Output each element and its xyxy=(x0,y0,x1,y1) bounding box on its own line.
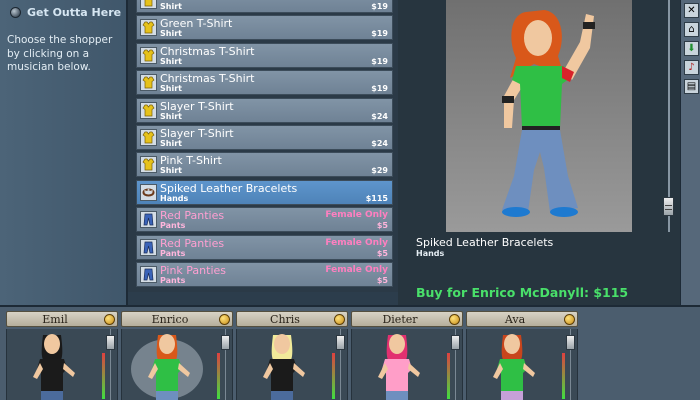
item-price: $24 xyxy=(371,111,388,121)
item-category: Pants xyxy=(160,275,186,285)
level-meter xyxy=(332,353,335,399)
item-category: Shirt xyxy=(160,29,182,39)
musician-tab[interactable]: Emil xyxy=(6,311,118,327)
cards-icon[interactable]: ▤ xyxy=(684,79,699,94)
item-restriction: Female Only xyxy=(325,264,388,275)
item-list: Red T-ShirtShirt$19Green T-ShirtShirt$19… xyxy=(136,0,393,289)
preview-panel: Spiked Leather Bracelets Hands Buy for E… xyxy=(398,0,680,305)
item-row[interactable]: Spiked Leather Bracelets Hands $115 xyxy=(136,179,393,205)
musician-name: Chris xyxy=(270,313,300,326)
preview-zoom-thumb[interactable] xyxy=(663,197,674,216)
round-button-icon xyxy=(10,7,21,18)
item-price: $5 xyxy=(376,248,388,258)
tshirt-icon xyxy=(140,128,157,146)
bracelet-icon xyxy=(140,183,157,201)
item-price: $5 xyxy=(376,221,388,231)
buy-button[interactable]: Buy for Enrico McDanyll: $115 xyxy=(416,285,628,300)
item-price: $19 xyxy=(371,2,388,11)
item-row[interactable]: Christmas T-Shirt Shirt $19 xyxy=(136,42,393,68)
right-toolbar: ✕ ⌂ ⬇ ♪ ▤ xyxy=(680,0,700,305)
item-category: Shirt xyxy=(160,138,182,148)
volume-slider[interactable] xyxy=(566,335,575,350)
pants-icon xyxy=(140,211,157,229)
musician-tab[interactable]: Chris xyxy=(236,311,348,327)
item-price: $24 xyxy=(371,138,388,148)
item-list-panel: Red T-ShirtShirt$19Green T-ShirtShirt$19… xyxy=(128,0,410,292)
guitar-icon[interactable]: ♪ xyxy=(684,60,699,75)
item-price: $19 xyxy=(371,84,388,94)
item-category: Shirt xyxy=(160,166,182,176)
item-row[interactable]: Slayer T-Shirt Shirt $24 xyxy=(136,124,393,150)
tshirt-icon xyxy=(140,0,157,9)
item-row[interactable]: Pink Panties Pants Female Only $5 xyxy=(136,261,393,287)
preview-item-category: Hands xyxy=(416,249,445,258)
item-price: $115 xyxy=(365,193,388,203)
item-row[interactable]: Pink T-Shirt Shirt $29 xyxy=(136,152,393,178)
close-icon[interactable]: ✕ xyxy=(684,3,699,18)
musician-name: Ava xyxy=(504,313,526,326)
item-price: $29 xyxy=(371,166,388,176)
item-restriction: Female Only xyxy=(325,237,388,248)
musician-slot[interactable] xyxy=(351,329,463,400)
item-row[interactable]: Red T-ShirtShirt$19 xyxy=(136,0,393,13)
volume-slider[interactable] xyxy=(336,335,345,350)
item-price: $19 xyxy=(371,56,388,66)
item-category: Shirt xyxy=(160,111,182,121)
volume-slider[interactable] xyxy=(221,335,230,350)
level-meter xyxy=(447,353,450,399)
musician-slot[interactable] xyxy=(121,329,233,400)
item-price: $5 xyxy=(376,275,388,285)
preview-item-name: Spiked Leather Bracelets xyxy=(416,236,554,249)
item-row[interactable]: Red Panties Pants Female Only $5 xyxy=(136,207,393,233)
character-preview-image xyxy=(502,10,595,217)
tshirt-icon xyxy=(140,19,157,37)
download-icon[interactable]: ⬇ xyxy=(684,41,699,56)
item-restriction: Female Only xyxy=(325,210,388,221)
item-price: $19 xyxy=(371,29,388,39)
item-category: Shirt xyxy=(160,2,182,11)
level-meter xyxy=(217,353,220,399)
shopper-instructions: Choose the shopper by clicking on a musi… xyxy=(7,34,113,73)
musician-tab[interactable]: Enrico xyxy=(121,311,233,327)
item-row[interactable]: Christmas T-Shirt Shirt $19 xyxy=(136,70,393,96)
smiley-icon[interactable] xyxy=(334,314,345,325)
get-outta-here-label: Get Outta Here xyxy=(27,6,122,19)
item-category: Shirt xyxy=(160,56,182,66)
home-icon[interactable]: ⌂ xyxy=(684,22,699,37)
level-meter xyxy=(102,353,105,399)
item-category: Hands xyxy=(160,193,189,203)
item-category: Pants xyxy=(160,248,186,258)
item-category: Pants xyxy=(160,221,186,231)
musician-slot[interactable] xyxy=(466,329,578,400)
pants-icon xyxy=(140,265,157,283)
tshirt-icon xyxy=(140,46,157,64)
pants-icon xyxy=(140,238,157,256)
musician-name: Emil xyxy=(42,313,68,326)
musician-strip: Emil Enrico Chris Dieter Ava xyxy=(0,305,700,400)
volume-slider[interactable] xyxy=(106,335,115,350)
musician-slot[interactable] xyxy=(236,329,348,400)
smiley-icon[interactable] xyxy=(564,314,575,325)
smiley-icon[interactable] xyxy=(104,314,115,325)
musician-tab[interactable]: Dieter xyxy=(351,311,463,327)
item-category: Shirt xyxy=(160,84,182,94)
musician-slot[interactable] xyxy=(6,329,118,400)
get-outta-here-button[interactable]: Get Outta Here xyxy=(10,6,121,19)
item-row[interactable]: Green T-Shirt Shirt $19 xyxy=(136,15,393,41)
left-panel: Get Outta Here Choose the shopper by cli… xyxy=(0,0,128,305)
volume-slider[interactable] xyxy=(451,335,460,350)
smiley-icon[interactable] xyxy=(449,314,460,325)
tshirt-icon xyxy=(140,74,157,92)
item-row[interactable]: Red Panties Pants Female Only $5 xyxy=(136,234,393,260)
tshirt-icon xyxy=(140,156,157,174)
item-row[interactable]: Slayer T-Shirt Shirt $24 xyxy=(136,97,393,123)
character-preview-stage xyxy=(446,0,632,232)
musician-name: Dieter xyxy=(382,313,418,326)
level-meter xyxy=(562,353,565,399)
tshirt-icon xyxy=(140,101,157,119)
smiley-icon[interactable] xyxy=(219,314,230,325)
musician-tab[interactable]: Ava xyxy=(466,311,578,327)
musician-name: Enrico xyxy=(151,313,189,326)
